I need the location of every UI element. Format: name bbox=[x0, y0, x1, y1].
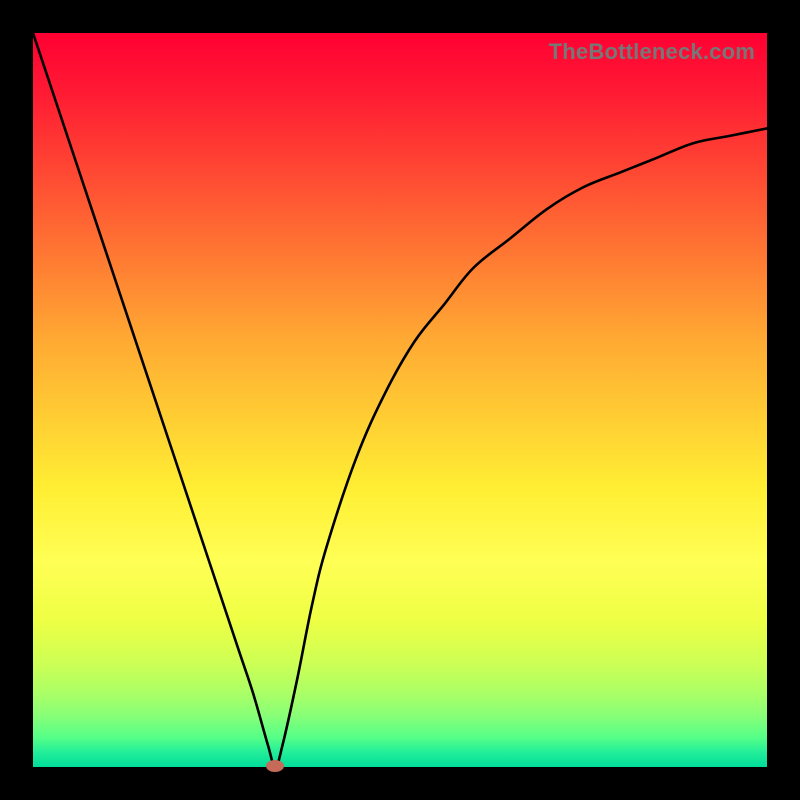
bottleneck-curve-path bbox=[33, 33, 767, 767]
chart-frame: TheBottleneck.com bbox=[0, 0, 800, 800]
curve-svg bbox=[33, 33, 767, 767]
plot-area: TheBottleneck.com bbox=[33, 33, 767, 767]
minimum-marker bbox=[266, 760, 284, 772]
